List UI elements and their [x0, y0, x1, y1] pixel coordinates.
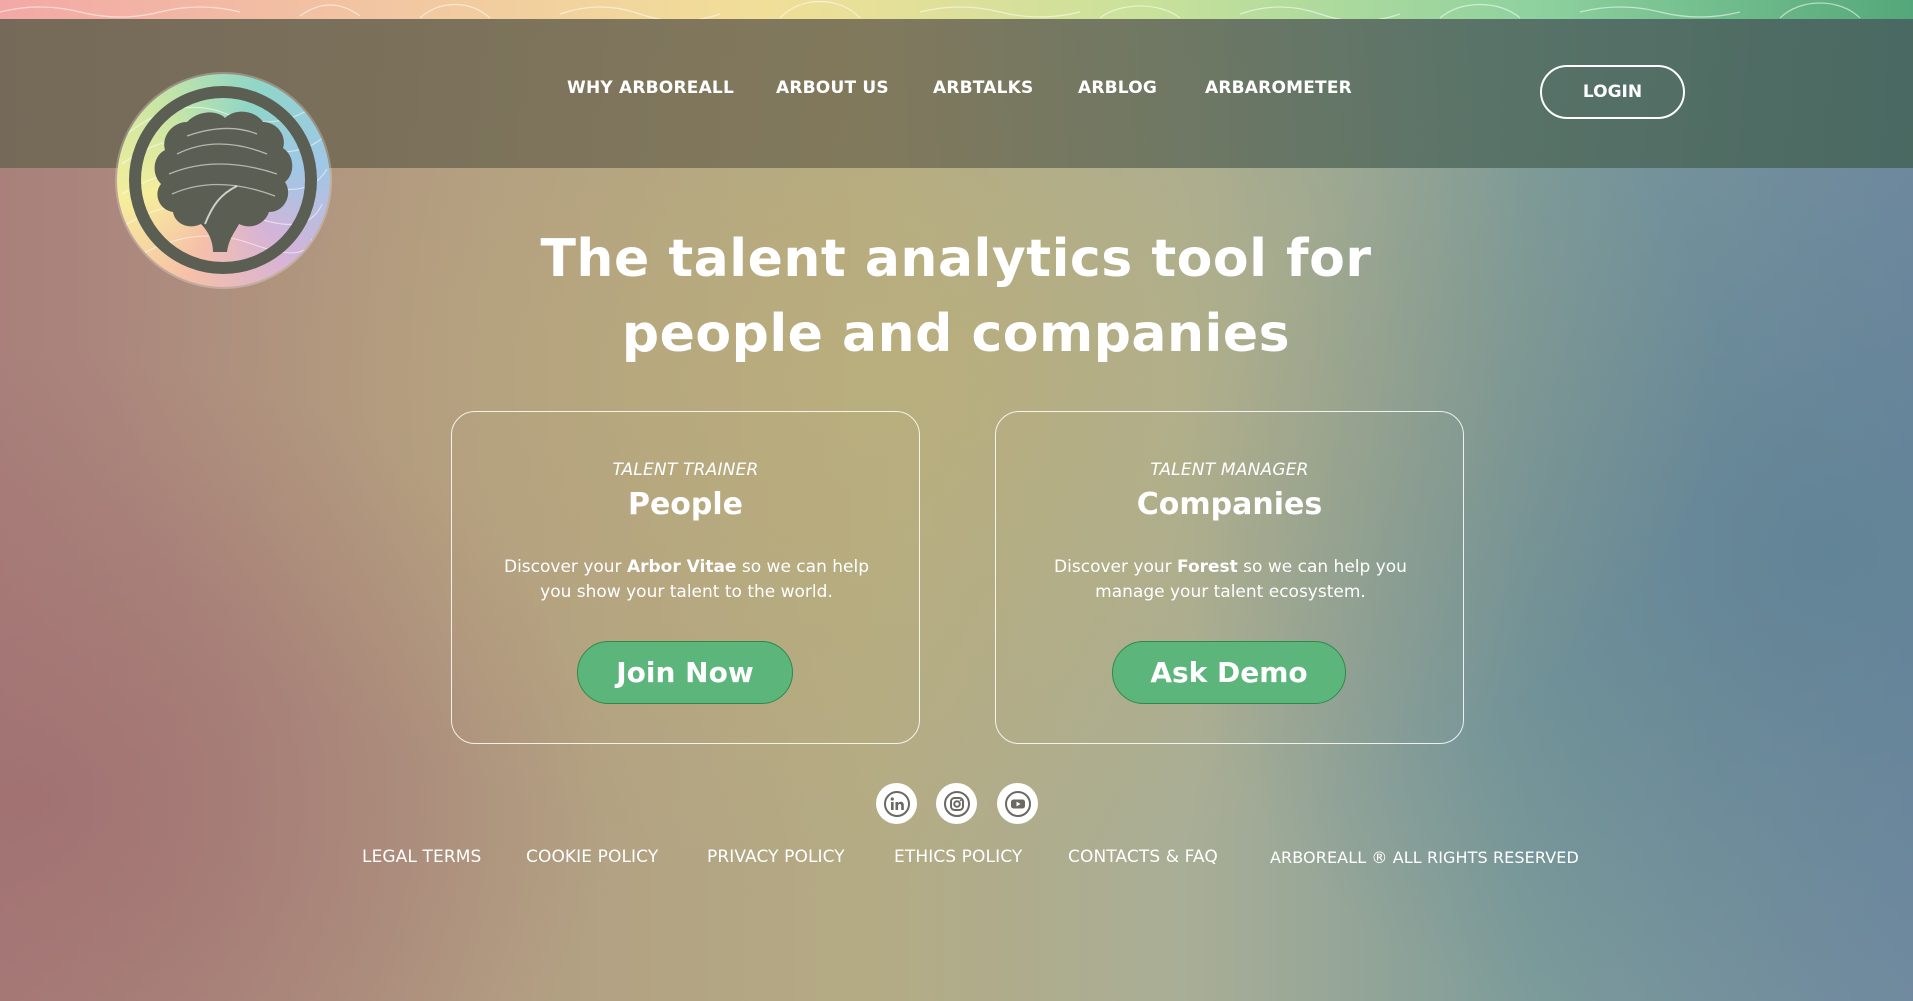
nav-item-arbtalks[interactable]: ARBTALKS: [933, 78, 1034, 98]
hero-title: The talent analytics tool for people and…: [456, 222, 1456, 372]
nav-item-why-arboreall[interactable]: WHY ARBOREALL: [567, 78, 734, 98]
card-kicker: TALENT TRAINER: [612, 460, 759, 480]
card-kicker: TALENT MANAGER: [1150, 460, 1309, 480]
instagram-link[interactable]: [936, 783, 977, 824]
footer-link-cookie-policy[interactable]: COOKIE POLICY: [526, 847, 658, 867]
card-description-text: Discover your: [1054, 557, 1178, 577]
login-button[interactable]: LOGIN: [1540, 65, 1685, 119]
hero-title-line1: The talent analytics tool for: [540, 229, 1372, 289]
people-card: TALENT TRAINER People Discover your Arbo…: [451, 411, 920, 744]
footer-link-contacts-faq[interactable]: CONTACTS & FAQ: [1068, 847, 1218, 867]
footer-link-legal-terms[interactable]: LEGAL TERMS: [362, 847, 481, 867]
join-now-button[interactable]: Join Now: [577, 641, 793, 704]
top-decorative-stripe: [0, 0, 1913, 19]
hero-title-line2: people and companies: [621, 304, 1291, 364]
nav-item-arbout-us[interactable]: ARBOUT US: [776, 78, 889, 98]
footer-link-privacy-policy[interactable]: PRIVACY POLICY: [707, 847, 845, 867]
social-links: [0, 783, 1913, 825]
footer-link-ethics-policy[interactable]: ETHICS POLICY: [894, 847, 1022, 867]
card-description: Discover your Arbor Vitae so we can help…: [492, 555, 881, 605]
nav-item-arbarometer[interactable]: ARBAROMETER: [1205, 78, 1352, 98]
footer-copyright: ARBOREALL ® ALL RIGHTS RESERVED: [1270, 848, 1579, 867]
nav-item-arblog[interactable]: ARBLOG: [1078, 78, 1157, 98]
linkedin-link[interactable]: [876, 783, 917, 824]
youtube-link[interactable]: [997, 783, 1038, 824]
card-description-text: Discover your: [503, 557, 627, 577]
card-description-highlight: Arbor Vitae: [626, 557, 737, 577]
card-title: Companies: [1136, 487, 1323, 522]
footer-links: LEGAL TERMS COOKIE POLICY PRIVACY POLICY…: [0, 847, 1913, 871]
youtube-icon: [1004, 790, 1031, 817]
card-title: People: [627, 487, 744, 522]
companies-card: TALENT MANAGER Companies Discover your F…: [995, 411, 1464, 744]
instagram-icon: [943, 790, 970, 817]
linkedin-icon: [883, 790, 910, 817]
ask-demo-button[interactable]: Ask Demo: [1112, 641, 1346, 704]
card-description-highlight: Forest: [1177, 557, 1238, 577]
card-description: Discover your Forest so we can help you …: [1036, 555, 1425, 605]
